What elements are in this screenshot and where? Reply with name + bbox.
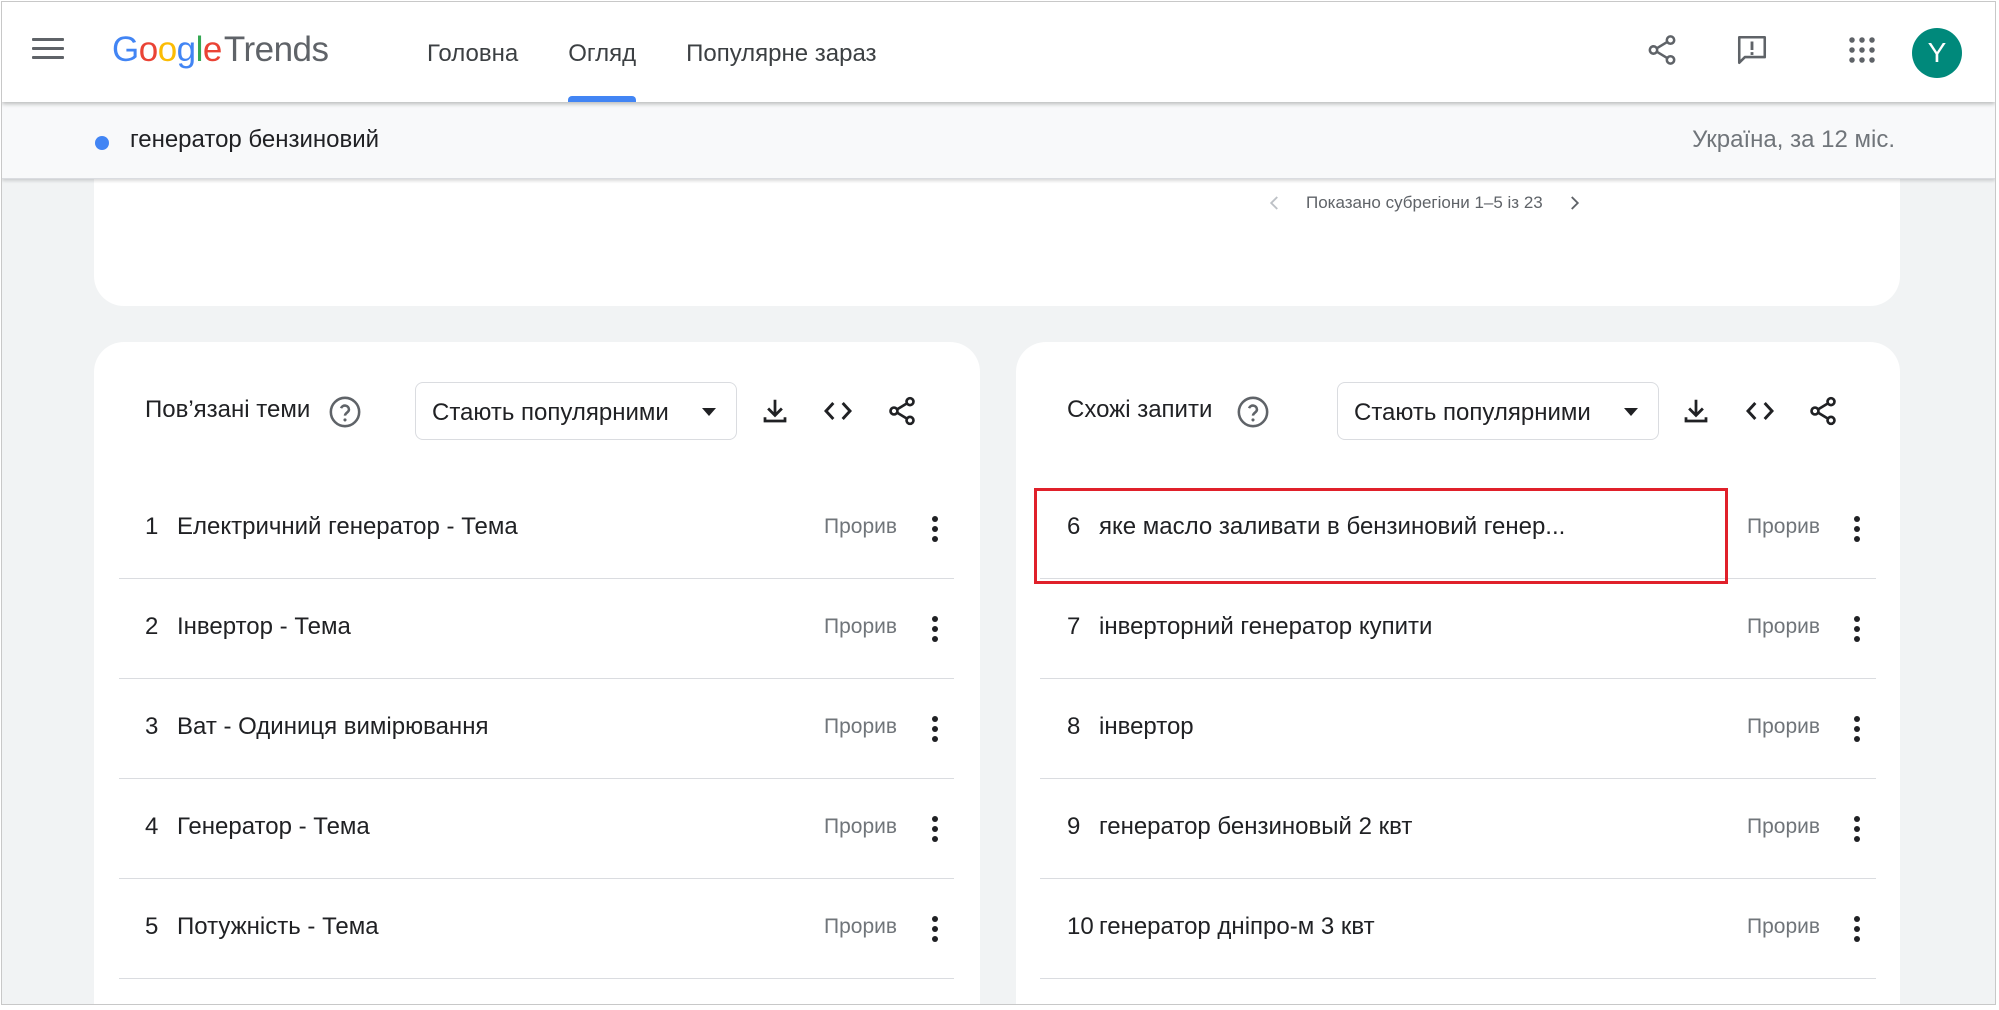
embed-code-icon[interactable]: [819, 392, 857, 430]
region-period[interactable]: Україна, за 12 міс.: [1692, 126, 1895, 154]
row-label: інвертор: [1099, 713, 1194, 740]
more-vert-icon[interactable]: [1847, 509, 1867, 549]
embed-code-icon[interactable]: [1741, 392, 1779, 430]
page-canvas: GoogleTrends Головна Огляд Популярне зар…: [1, 1, 1996, 1005]
related-topics-filter-dropdown[interactable]: Стають популярними: [415, 382, 737, 440]
feedback-icon[interactable]: [1732, 30, 1772, 70]
row-label: Інвертор - Тема: [177, 613, 351, 640]
logo-letter: o: [157, 30, 177, 69]
row-rank: 6: [1067, 513, 1081, 540]
top-app-bar: GoogleTrends Головна Огляд Популярне зар…: [2, 2, 1995, 102]
dropdown-arrow-icon: [1624, 408, 1638, 416]
row-label: інверторний генератор купити: [1099, 613, 1433, 640]
row-rank: 3: [145, 713, 159, 740]
row-rank: 9: [1067, 813, 1081, 840]
row-value: Прорив: [824, 615, 898, 638]
row-label: Генератор - Тема: [177, 813, 370, 840]
chevron-left-icon[interactable]: [1262, 190, 1288, 216]
row-rank: 5: [145, 913, 159, 940]
menu-icon[interactable]: [32, 38, 64, 64]
list-item[interactable]: 5 Потужність - Тема Прорив: [119, 879, 954, 979]
term-color-dot: [95, 136, 109, 150]
list-item[interactable]: 6 яке масло заливати в бензиновий генер.…: [1040, 479, 1876, 579]
row-value: Прорив: [1747, 715, 1821, 738]
main-nav: Головна Огляд Популярне зараз: [402, 2, 902, 102]
tab-explore[interactable]: Огляд: [543, 2, 661, 102]
row-label: Потужність - Тема: [177, 913, 379, 940]
share-icon[interactable]: [1804, 392, 1842, 430]
logo-letter: e: [202, 30, 222, 69]
help-icon[interactable]: [1236, 395, 1270, 429]
help-icon[interactable]: [328, 395, 362, 429]
dropdown-label: Стають популярними: [1354, 399, 1591, 426]
logo-letter: G: [112, 30, 139, 69]
row-rank: 10: [1067, 913, 1094, 940]
logo-product-name: Trends: [223, 30, 329, 69]
row-value: Прорив: [1747, 815, 1821, 838]
row-value: Прорив: [1747, 615, 1821, 638]
row-label: Електричний генератор - Тема: [177, 513, 518, 540]
row-rank: 7: [1067, 613, 1081, 640]
row-label: Ват - Одиниця вимірювання: [177, 713, 489, 740]
list-item[interactable]: 4 Генератор - Тема Прорив: [119, 779, 954, 879]
row-rank: 8: [1067, 713, 1081, 740]
list-item[interactable]: 9 генератор бензиновый 2 квт Прорив: [1040, 779, 1876, 879]
apps-icon[interactable]: [1842, 30, 1882, 70]
more-vert-icon[interactable]: [1847, 709, 1867, 749]
related-topics-title: Пов’язані теми: [145, 396, 311, 423]
logo-letter: g: [176, 30, 196, 69]
share-icon[interactable]: [1642, 30, 1682, 70]
row-rank: 4: [145, 813, 159, 840]
row-value: Прорив: [1747, 515, 1821, 538]
tab-trending-now[interactable]: Популярне зараз: [661, 2, 901, 102]
dropdown-label: Стають популярними: [432, 399, 669, 426]
subregion-pager: Показано субрегіони 1–5 із 23: [1262, 190, 1587, 216]
logo-letter: o: [138, 30, 158, 69]
more-vert-icon[interactable]: [925, 809, 945, 849]
google-trends-logo[interactable]: GoogleTrends: [112, 30, 329, 70]
download-icon[interactable]: [756, 392, 794, 430]
chevron-right-icon[interactable]: [1561, 190, 1587, 216]
list-item[interactable]: 8 інвертор Прорив: [1040, 679, 1876, 779]
more-vert-icon[interactable]: [925, 609, 945, 649]
related-queries-title: Схожі запити: [1067, 396, 1213, 423]
list-item[interactable]: 10 генератор дніпро-м 3 квт Прорив: [1040, 879, 1876, 979]
more-vert-icon[interactable]: [1847, 609, 1867, 649]
pager-text: Показано субрегіони 1–5 із 23: [1306, 193, 1543, 212]
row-value: Прорив: [824, 715, 898, 738]
download-icon[interactable]: [1677, 392, 1715, 430]
avatar[interactable]: Y: [1912, 28, 1962, 78]
list-item[interactable]: 3 Ват - Одиниця вимірювання Прорив: [119, 679, 954, 779]
row-label: генератор дніпро-м 3 квт: [1099, 913, 1375, 940]
share-icon[interactable]: [883, 392, 921, 430]
row-value: Прорив: [824, 815, 898, 838]
row-rank: 2: [145, 613, 159, 640]
row-label: генератор бензиновый 2 квт: [1099, 813, 1413, 840]
more-vert-icon[interactable]: [1847, 909, 1867, 949]
list-item[interactable]: 2 Інвертор - Тема Прорив: [119, 579, 954, 679]
more-vert-icon[interactable]: [925, 709, 945, 749]
more-vert-icon[interactable]: [925, 509, 945, 549]
tab-home[interactable]: Головна: [402, 2, 543, 102]
list-item[interactable]: 1 Електричний генератор - Тема Прорив: [119, 479, 954, 579]
row-rank: 1: [145, 513, 159, 540]
logo-letter: l: [195, 30, 204, 69]
more-vert-icon[interactable]: [1847, 809, 1867, 849]
row-label: яке масло заливати в бензиновий генер...: [1099, 513, 1566, 540]
related-queries-filter-dropdown[interactable]: Стають популярними: [1337, 382, 1659, 440]
row-value: Прорив: [824, 915, 898, 938]
row-value: Прорив: [824, 515, 898, 538]
list-item[interactable]: 7 інверторний генератор купити Прорив: [1040, 579, 1876, 679]
row-value: Прорив: [1747, 915, 1821, 938]
more-vert-icon[interactable]: [925, 909, 945, 949]
search-term[interactable]: генератор бензиновий: [130, 126, 379, 154]
dropdown-arrow-icon: [702, 408, 716, 416]
screenshot-frame: GoogleTrends Головна Огляд Популярне зар…: [0, 0, 1999, 1010]
